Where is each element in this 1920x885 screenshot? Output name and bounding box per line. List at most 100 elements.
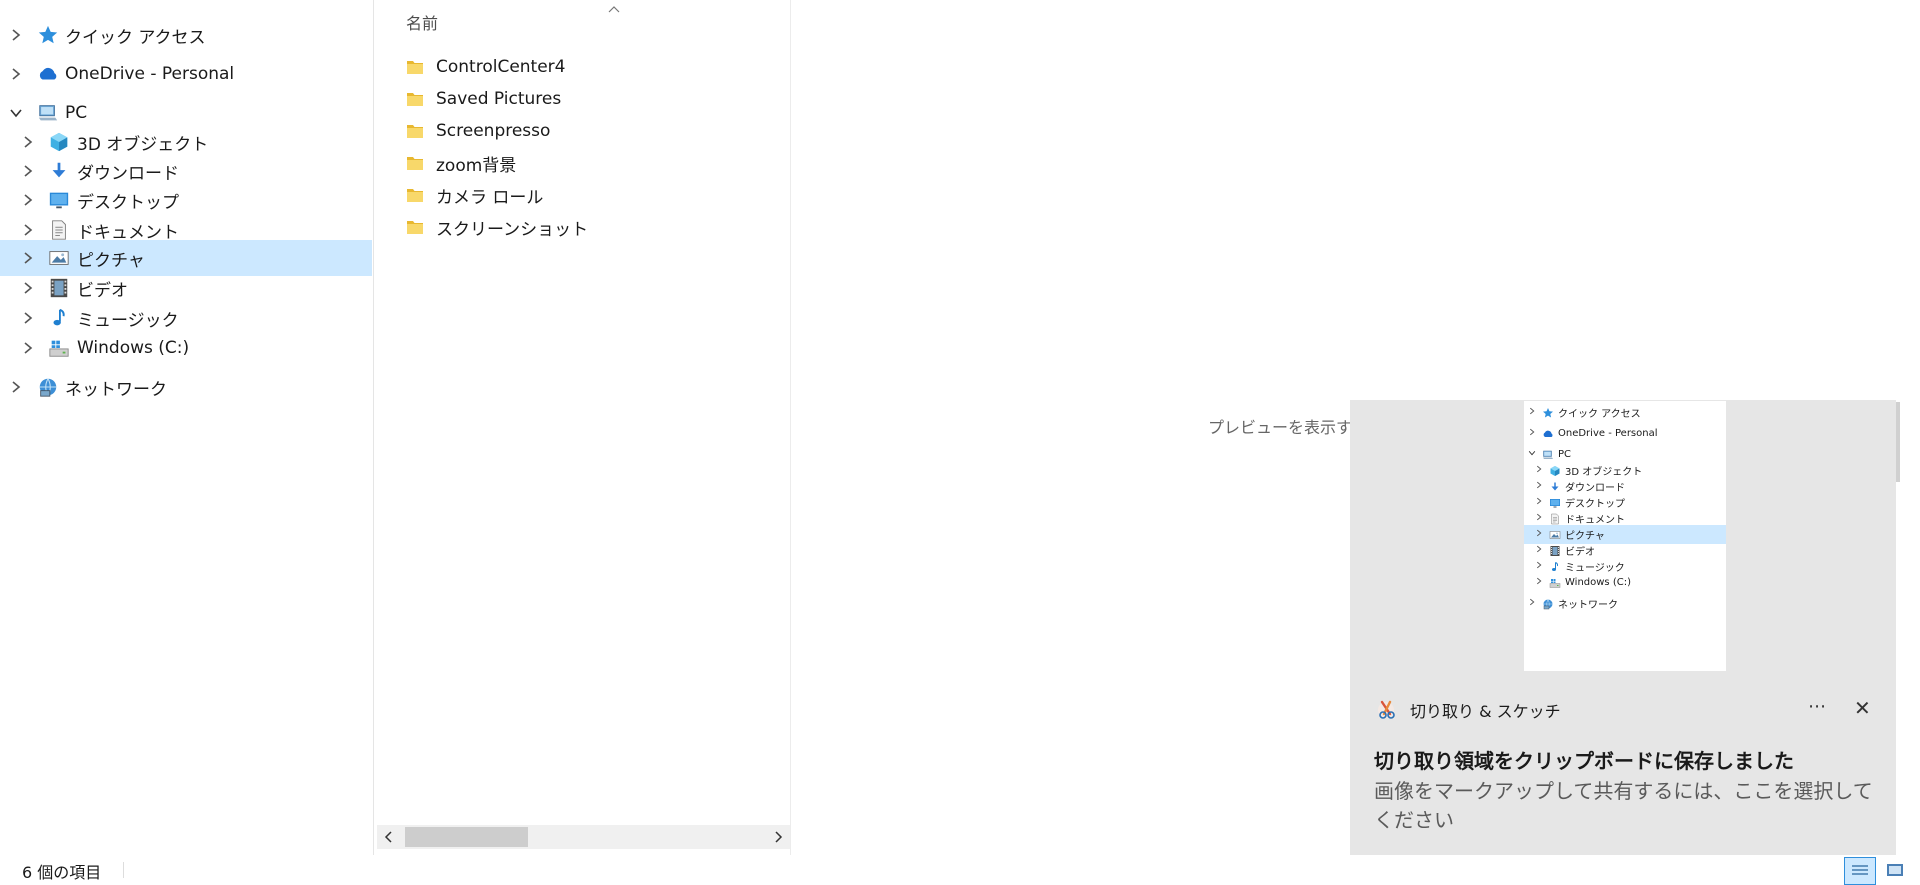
documents-icon	[1549, 513, 1561, 525]
drive-icon	[1549, 577, 1561, 589]
drive-icon	[47, 336, 71, 360]
chevron-right-icon	[1528, 407, 1536, 418]
thumbnail-item-label: ダウンロード	[1565, 483, 1625, 494]
thumbnail-item-label: OneDrive - Personal	[1558, 428, 1658, 439]
thumbnail-item-label: デスクトップ	[1565, 499, 1625, 510]
thumbnail-item: ネットワーク	[1524, 594, 1726, 613]
file-row[interactable]: スクリーンショット	[406, 212, 766, 242]
toast-body: 画像をマークアップして共有するには、ここを選択してください	[1374, 779, 1873, 832]
music-icon	[1549, 561, 1561, 573]
folder-icon	[406, 90, 424, 108]
chevron-right-icon[interactable]	[18, 161, 38, 181]
toast-notification[interactable]: クイック アクセス OneDrive - Personal PC 3D オブジェクトダ…	[1350, 400, 1896, 866]
folder-icon	[406, 186, 424, 204]
scroll-right-icon[interactable]	[766, 825, 790, 849]
horizontal-scrollbar[interactable]	[377, 825, 790, 849]
chevron-down-icon	[1528, 449, 1536, 460]
sort-ascending-icon	[608, 0, 620, 17]
thumbnail-item-label: ビデオ	[1565, 547, 1595, 558]
sidebar-item-12[interactable]: ネットワーク	[0, 369, 372, 405]
column-header-name[interactable]: 名前	[406, 10, 438, 34]
file-row[interactable]: カメラ ロール	[406, 180, 766, 210]
folder-icon	[406, 58, 424, 76]
thumbnail-item-label: ドキュメント	[1565, 515, 1625, 526]
pictures-icon	[47, 246, 71, 270]
videos-icon	[1549, 545, 1561, 557]
music-icon	[47, 306, 71, 330]
pc-icon	[1542, 449, 1554, 461]
thumbnail-item: OneDrive - Personal	[1524, 424, 1726, 443]
file-name: Saved Pictures	[436, 89, 562, 109]
chevron-right-icon	[1535, 529, 1543, 540]
chevron-right-icon	[1535, 465, 1543, 476]
details-view-icon[interactable]	[1844, 857, 1876, 885]
thumbnail-item-label: Windows (C:)	[1565, 577, 1631, 588]
chevron-right-icon[interactable]	[6, 25, 26, 45]
chevron-down-icon[interactable]	[6, 103, 26, 123]
chevron-right-icon[interactable]	[18, 190, 38, 210]
thumbnail-item-label: ピクチャ	[1565, 531, 1605, 542]
sidebar-item-label: ピクチャ	[77, 250, 145, 271]
scrollbar-thumb[interactable]	[405, 827, 528, 847]
sidebar-item-label: 3D オブジェクト	[77, 134, 209, 155]
chevron-right-icon[interactable]	[6, 64, 26, 84]
thumbnail-item: Windows (C:)	[1524, 573, 1726, 592]
downloads-icon	[1549, 481, 1561, 493]
status-separator	[123, 862, 124, 878]
sidebar-item-label: Windows (C:)	[77, 338, 190, 358]
thumbnail-item-label: ネットワーク	[1558, 600, 1618, 611]
chevron-right-icon[interactable]	[18, 132, 38, 152]
chevron-right-icon[interactable]	[18, 308, 38, 328]
folder-icon	[406, 122, 424, 140]
quick-access-star-icon	[1542, 407, 1554, 419]
sidebar-item-11[interactable]: Windows (C:)	[0, 330, 372, 366]
scroll-left-icon[interactable]	[377, 825, 401, 849]
chevron-right-icon	[1535, 497, 1543, 508]
sidebar-item-label: OneDrive - Personal	[65, 64, 235, 84]
documents-icon	[47, 218, 71, 242]
thumbnail-item-label: ミュージック	[1565, 563, 1625, 574]
desktop-icon	[1549, 497, 1561, 509]
chevron-right-icon	[1528, 428, 1536, 439]
3d-objects-icon	[47, 130, 71, 154]
chevron-right-icon[interactable]	[18, 278, 38, 298]
pc-icon	[36, 101, 60, 125]
file-name: Screenpresso	[436, 121, 551, 141]
chevron-right-icon[interactable]	[18, 338, 38, 358]
file-name: スクリーンショット	[436, 219, 589, 240]
pane-divider[interactable]	[373, 0, 374, 855]
videos-icon	[47, 276, 71, 300]
chevron-right-icon[interactable]	[18, 248, 38, 268]
downloads-icon	[47, 159, 71, 183]
file-row[interactable]: Saved Pictures	[406, 84, 766, 114]
sidebar-item-2[interactable]: OneDrive - Personal	[0, 56, 372, 92]
sidebar-item-label: ビデオ	[77, 280, 128, 301]
desktop-icon	[47, 188, 71, 212]
pictures-icon	[1549, 529, 1561, 541]
chevron-right-icon	[1535, 577, 1543, 588]
close-icon[interactable]: ✕	[1854, 696, 1871, 720]
more-options-icon[interactable]: ⋯	[1808, 696, 1827, 717]
preview-divider[interactable]	[790, 0, 791, 855]
file-row[interactable]: zoom背景	[406, 148, 766, 178]
toast-app-name: 切り取り & スケッチ	[1410, 702, 1561, 721]
thumbnail-item-label: クイック アクセス	[1558, 409, 1641, 420]
sidebar-item-1[interactable]: クイック アクセス	[0, 17, 372, 53]
file-name: zoom背景	[436, 155, 517, 176]
chevron-right-icon[interactable]	[6, 377, 26, 397]
onedrive-cloud-icon	[36, 62, 60, 86]
file-row[interactable]: ControlCenter4	[406, 52, 766, 82]
chevron-right-icon[interactable]	[18, 220, 38, 240]
chevron-right-icon	[1535, 481, 1543, 492]
item-count: 6 個の項目	[22, 863, 102, 882]
thumbnail-item: クイック アクセス	[1524, 403, 1726, 422]
file-list: 名前 ControlCenter4 Saved Pictures Screenpre…	[376, 0, 790, 855]
chevron-right-icon	[1535, 561, 1543, 572]
preview-scrollbar[interactable]	[1896, 402, 1900, 482]
large-icons-view-icon[interactable]	[1880, 857, 1910, 883]
network-icon	[36, 375, 60, 399]
file-row[interactable]: Screenpresso	[406, 116, 766, 146]
sidebar-item-label: デスクトップ	[77, 192, 179, 213]
sidebar-item-label: ミュージック	[77, 310, 179, 331]
3d-objects-icon	[1549, 465, 1561, 477]
